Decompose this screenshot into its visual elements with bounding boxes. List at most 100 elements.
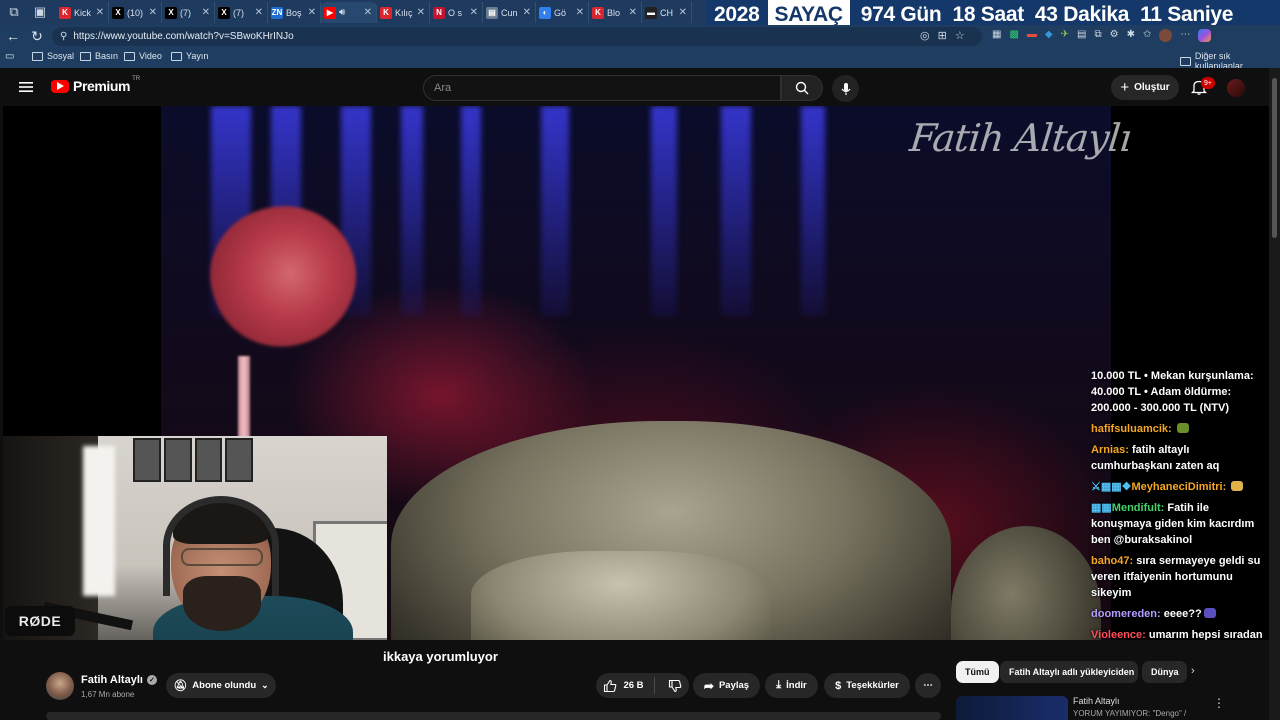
chat-username[interactable]: baho47: (1091, 555, 1133, 567)
tab-favicon-icon: ZN (271, 6, 283, 19)
create-button[interactable]: + Oluştur (1111, 75, 1179, 100)
tab-close-icon[interactable]: ✕ (255, 7, 263, 18)
chat-username[interactable]: Violeence: (1091, 629, 1146, 640)
dislike-button[interactable] (660, 679, 682, 693)
chat-username[interactable]: MeyhaneciDimitri: (1132, 481, 1227, 493)
bookmark-folder-yayin[interactable]: Yayın (171, 51, 208, 61)
tab-close-icon[interactable]: ✕ (679, 7, 687, 18)
extension-icon[interactable]: ▦ (992, 29, 1001, 42)
browser-tab[interactable]: K Kick ✕ (56, 2, 109, 23)
tab-audio-icon[interactable]: 🔊︎ (339, 7, 345, 18)
browser-tab[interactable]: ▬ CH ✕ (642, 2, 692, 23)
youtube-logo[interactable]: Premium TR (51, 76, 140, 94)
tab-close-icon[interactable]: ✕ (470, 7, 478, 18)
tab-close-icon[interactable]: ✕ (149, 7, 157, 18)
collections-icon[interactable]: ⧉ (1094, 29, 1101, 42)
browser-tab[interactable]: K Blo ✕ (589, 2, 642, 23)
tab-close-icon[interactable]: ✕ (364, 7, 372, 18)
voice-search-button[interactable] (832, 75, 859, 102)
settings-icon[interactable]: ⚙ (1110, 29, 1119, 42)
channel-name[interactable]: Fatih Altaylı ✓ (81, 674, 157, 686)
extension-icon[interactable]: ▤ (1077, 29, 1086, 42)
tab-favicon-icon: ◐ (539, 6, 551, 19)
apps-icon[interactable]: ⊞ (938, 29, 947, 42)
profile-avatar[interactable] (1159, 29, 1173, 42)
tab-favicon-icon: X (218, 6, 230, 19)
youtube-header: Premium TR Ara + Oluştur 9+ (3, 68, 1269, 106)
tab-close-icon[interactable]: ✕ (629, 7, 637, 18)
chip-uploader[interactable]: Fatih Altaylı adlı yükleyiciden (1000, 661, 1138, 683)
favorites-icon[interactable]: ✩ (1143, 29, 1151, 42)
browser-toolbar: ← ↻ ⚲ https://www.youtube.com/watch?v=SB… (0, 25, 1280, 47)
recommendation-title[interactable]: YORUM YAYIMIYOR: "Dengo" / (1073, 709, 1186, 718)
chip-all[interactable]: Tümü (956, 661, 999, 683)
bookmark-folder-sosyal[interactable]: Sosyal (32, 51, 74, 61)
extension-icon[interactable]: ▬ (1027, 29, 1037, 42)
browser-tab[interactable]: K Kılıç ✕ (377, 2, 430, 23)
recommendation-menu-icon[interactable]: ⋮ (1213, 696, 1225, 710)
share-button[interactable]: ➦ Paylaş (693, 673, 760, 698)
chip-next-icon[interactable]: › (1191, 665, 1195, 677)
copilot-icon[interactable] (1198, 29, 1212, 42)
download-label: İndir (786, 680, 807, 691)
tab-close-icon[interactable]: ✕ (308, 7, 316, 18)
chat-username[interactable]: Mendifult: (1112, 502, 1165, 514)
share-label: Paylaş (718, 680, 750, 691)
account-avatar[interactable] (1227, 79, 1245, 97)
chat-username[interactable]: doomereden: (1091, 608, 1161, 620)
subscribed-button[interactable]: 🔕︎ Abone olundu ⌄ (166, 673, 276, 698)
browser-tab[interactable]: ▶ 🔊︎ ✕ (321, 2, 377, 23)
chat-emote-icon (1231, 481, 1244, 491)
tab-close-icon[interactable]: ✕ (417, 7, 425, 18)
address-bar[interactable]: ⚲ https://www.youtube.com/watch?v=SBwoKH… (52, 27, 982, 46)
tab-actions-icon[interactable]: ▣ (30, 3, 50, 21)
browser-tab[interactable]: NO s ✕ (430, 2, 483, 23)
recommendation-thumbnail[interactable] (956, 696, 1068, 720)
browser-tab[interactable]: X (7) ✕ (162, 2, 215, 23)
page-scrollbar[interactable] (1269, 68, 1280, 720)
thanks-button[interactable]: $ Teşekkürler (824, 673, 910, 698)
workspaces-icon[interactable]: ⧉ (4, 3, 24, 21)
tab-close-icon[interactable]: ✕ (96, 7, 104, 18)
sidebar-toggle-icon[interactable]: ▭ (5, 51, 14, 62)
site-info-icon[interactable]: ⚲ (60, 31, 67, 42)
back-icon[interactable]: ← (4, 27, 22, 45)
extension-icon[interactable]: ✈ (1061, 29, 1069, 42)
browser-tab[interactable]: ZN Boş ✕ (268, 2, 321, 23)
like-button[interactable]: 26 B (603, 677, 655, 694)
extension-icon[interactable]: ◆ (1045, 29, 1053, 42)
chip-world[interactable]: Dünya (1142, 661, 1187, 683)
tab-close-icon[interactable]: ✕ (202, 7, 210, 18)
notification-badge: 9+ (1201, 77, 1215, 89)
favorite-star-icon[interactable]: ☆ (955, 29, 965, 42)
search-button[interactable] (781, 75, 823, 101)
refresh-icon[interactable]: ↻ (28, 27, 46, 45)
browser-tab[interactable]: X (7) ✕ (215, 2, 268, 23)
chat-username[interactable]: hafifsuluamcik: (1091, 423, 1172, 435)
browser-tab[interactable]: X (10) ✕ (109, 2, 162, 23)
bookmark-folder-basin[interactable]: Basın (80, 51, 118, 61)
bookmarks-bar: ▭ Sosyal Basın Video Yayın Diğer sık kul… (0, 47, 1280, 71)
channel-avatar[interactable] (46, 672, 74, 700)
download-button[interactable]: ⤓ İndir (765, 673, 818, 698)
scrollbar-thumb[interactable] (1272, 78, 1277, 238)
video-player[interactable]: Fatih Altaylı RØDE 10.000 TL • Mekan kur… (3, 106, 1269, 640)
extension-icon[interactable]: ▩ (1009, 29, 1018, 42)
tab-favicon-icon: X (165, 6, 177, 19)
browser-tab[interactable]: ◐ Gö ✕ (536, 2, 589, 23)
bookmark-folder-video[interactable]: Video (124, 51, 162, 61)
tab-favicon-icon: ▬ (645, 6, 657, 19)
hamburger-menu-icon[interactable] (17, 78, 35, 96)
browser-tab[interactable]: ▤ Cun ✕ (483, 2, 536, 23)
thumbs-up-icon (604, 679, 617, 692)
chat-username[interactable]: Arnias: (1091, 444, 1129, 456)
more-actions-button[interactable]: ⋯ (915, 673, 941, 698)
extensions-puzzle-icon[interactable]: ✱ (1127, 29, 1135, 42)
search-input[interactable]: Ara (423, 75, 781, 101)
tab-close-icon[interactable]: ✕ (523, 7, 531, 18)
more-options-icon[interactable]: ⋯ (1180, 29, 1190, 42)
translate-icon[interactable]: ◎ (920, 29, 930, 42)
tab-close-icon[interactable]: ✕ (576, 7, 584, 18)
recommendation-channel[interactable]: Fatih Altaylı (1073, 696, 1120, 706)
tab-title: (7) (180, 7, 191, 18)
